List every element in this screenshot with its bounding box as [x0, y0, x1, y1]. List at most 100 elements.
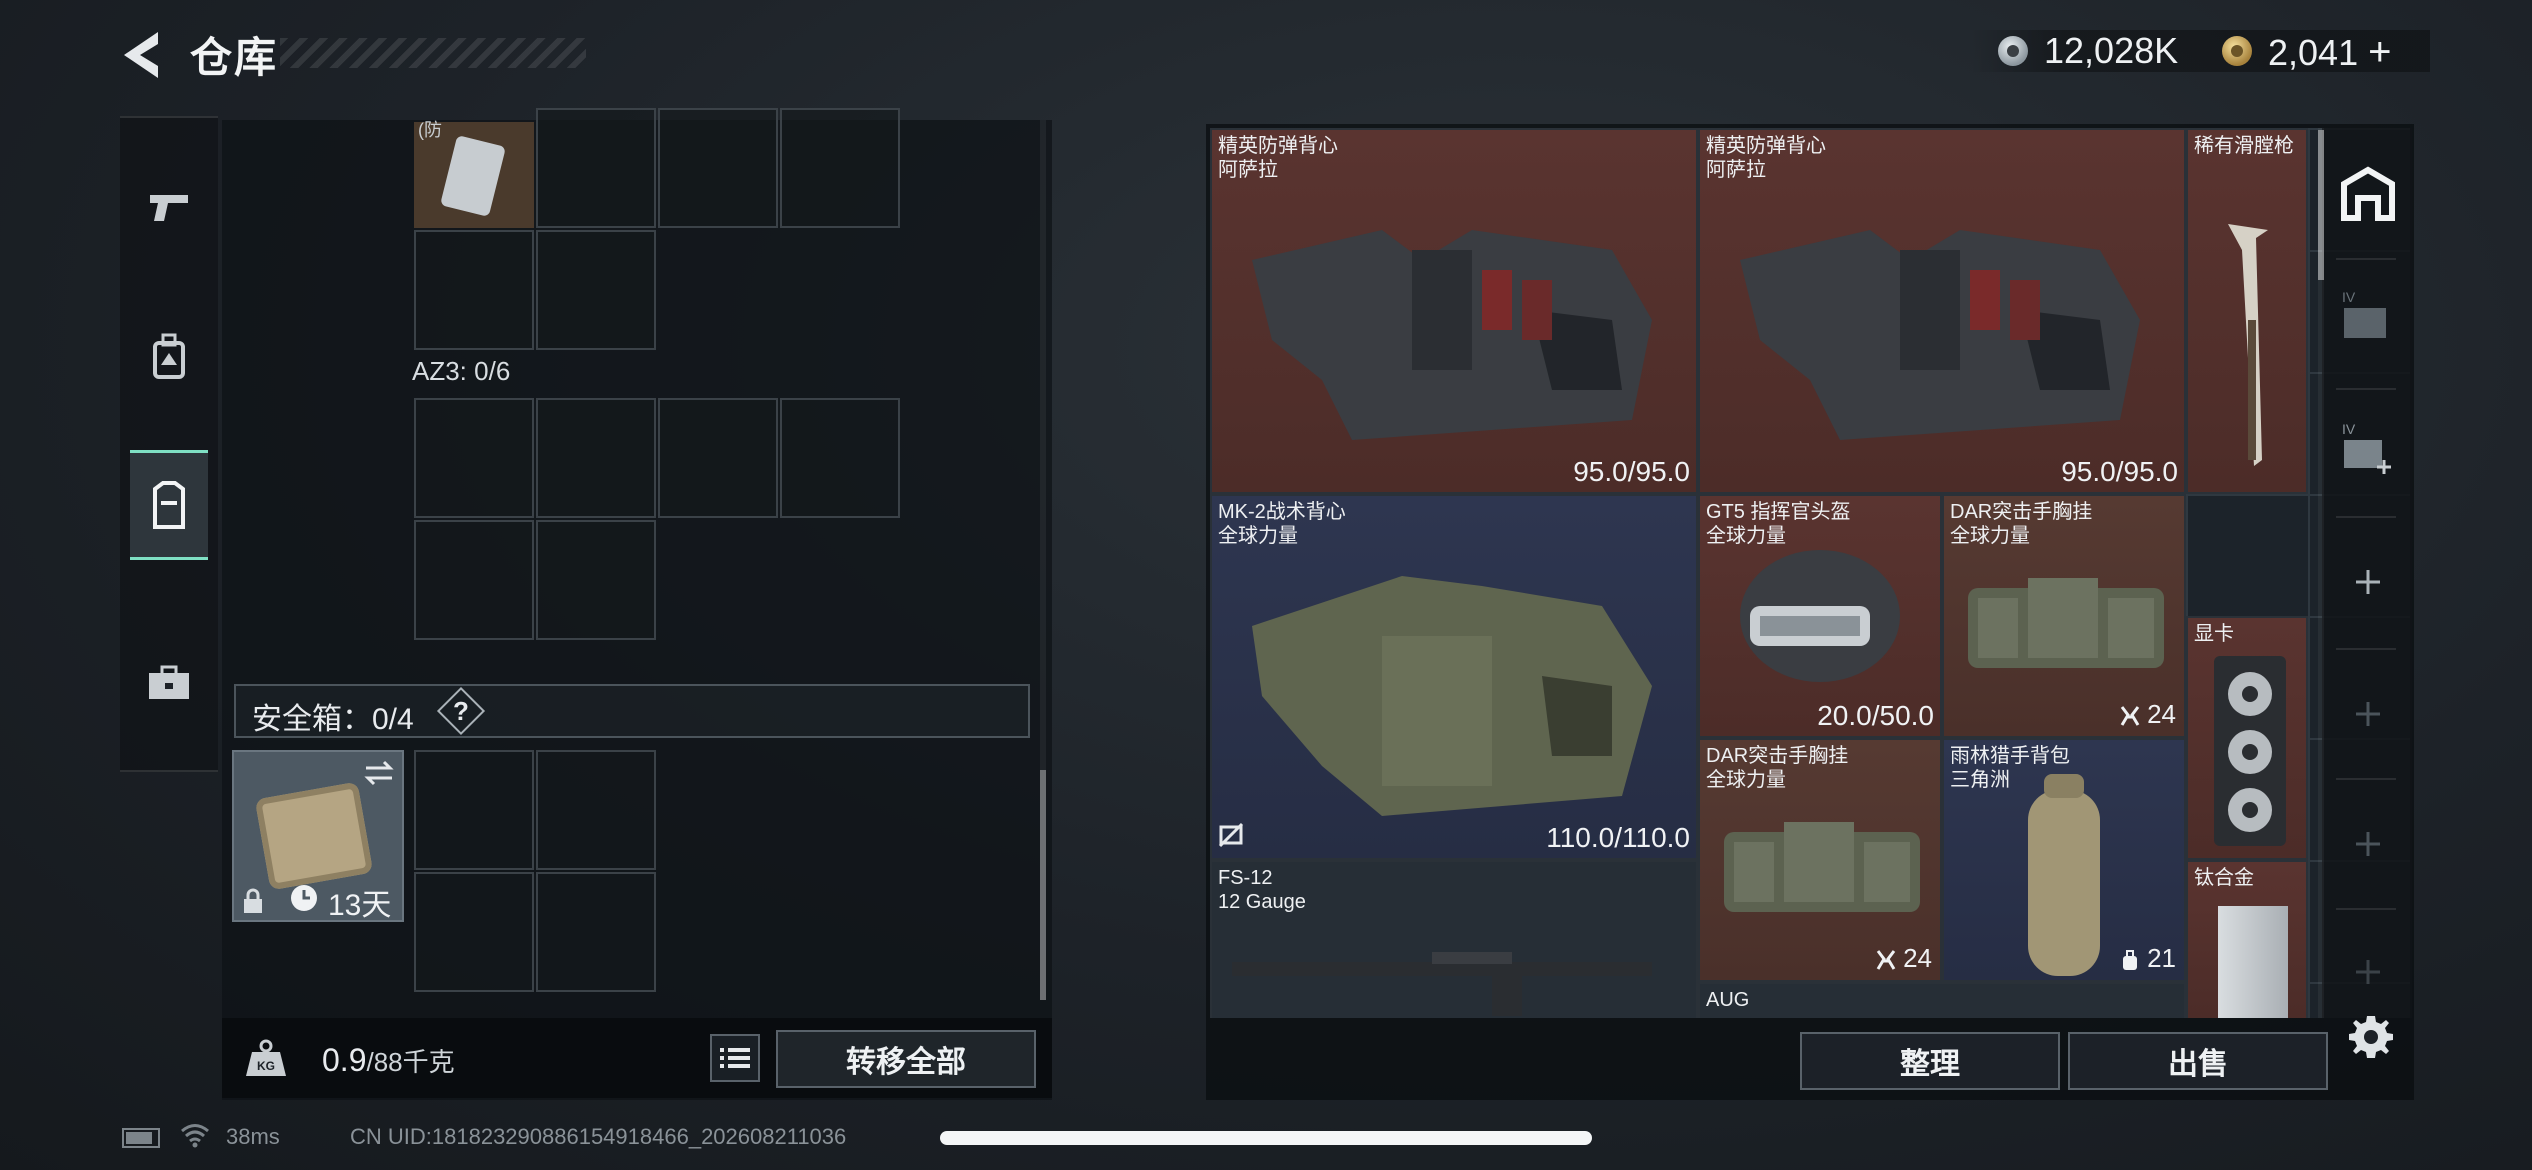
pistol-icon [150, 195, 188, 221]
item-name-line2: 12 Gauge [1218, 891, 1306, 913]
add-tab-icon[interactable] [2354, 568, 2382, 596]
rail-tab-weapons[interactable] [130, 152, 208, 262]
item-name: FS-12 12 Gauge [1218, 866, 1306, 914]
page-title: 仓库 [190, 34, 279, 81]
add-tab-icon[interactable] [2354, 958, 2382, 986]
rail-tab-backpack[interactable] [130, 302, 208, 412]
gold-currency-amount: 2,041 [2268, 32, 2359, 73]
item-name-line1: 雨林猎手背包 [1950, 745, 2070, 767]
add-tab-icon[interactable] [2354, 700, 2382, 728]
item-name-line2: 阿萨拉 [1706, 159, 1766, 181]
shotgun-image [1232, 952, 1652, 1016]
divider [2336, 778, 2396, 780]
divider [2336, 648, 2396, 650]
graphics-card-image [2214, 656, 2286, 846]
clock-icon [291, 885, 317, 911]
grid-slot[interactable] [414, 398, 534, 518]
chest-rig-image [1724, 822, 1920, 912]
back-arrow-icon[interactable] [118, 26, 162, 84]
item-name-line1: 精英防弹背心 [1706, 135, 1826, 157]
list-view-button[interactable] [710, 1034, 760, 1082]
backpack-capacity-icon [2122, 950, 2137, 971]
item-durability: 95.0/95.0 [2061, 456, 2178, 487]
grid-slot[interactable] [536, 750, 656, 870]
grid-slot[interactable] [414, 750, 534, 870]
inventory-item-graphics-card[interactable]: 显卡 [2186, 616, 2308, 860]
stash-scrollbar-thumb[interactable] [2318, 130, 2324, 280]
weight-icon: KG [246, 1039, 286, 1076]
gear-icon[interactable] [2346, 1012, 2396, 1062]
grid-slot[interactable] [536, 230, 656, 350]
vest-image [1740, 230, 2140, 440]
sort-button[interactable]: 整理 [1800, 1032, 2060, 1090]
vest-icon [153, 481, 185, 529]
inventory-item-elite-vest[interactable]: 精英防弹背心 阿萨拉 95.0/95.0 [1698, 128, 2186, 494]
item-name-line2: 全球力量 [1218, 525, 1298, 547]
inventory-item-aug[interactable]: AUG [1698, 982, 2186, 1018]
grid-slot[interactable] [414, 872, 534, 992]
add-tab-icon[interactable] [2354, 830, 2382, 858]
titanium-image [2218, 906, 2288, 1018]
stash-tab-2-icon[interactable]: IV [2340, 288, 2396, 344]
uid-text: CN UID:18182329088615491846​6_2026082110… [350, 1124, 847, 1149]
briefcase-icon [149, 665, 189, 699]
grid-slot[interactable] [780, 108, 900, 228]
swap-icon[interactable] [364, 760, 394, 786]
grid-slot[interactable] [780, 398, 900, 518]
left-scrollbar-thumb[interactable] [1040, 770, 1046, 1000]
rail-tab-vest[interactable] [130, 450, 208, 560]
item-capacity: 24 [2120, 699, 2176, 730]
vest-image [1252, 576, 1652, 816]
sell-button[interactable]: 出售 [2068, 1032, 2328, 1090]
chest-rig-capacity-icon [1876, 950, 1896, 970]
item-name-line1: FS-12 [1218, 867, 1273, 889]
item-durability: 95.0/95.0 [1573, 456, 1690, 487]
transfer-all-button[interactable]: 转移全部 [776, 1030, 1036, 1088]
grid-slot[interactable] [658, 398, 778, 518]
home-indicator[interactable] [940, 1131, 1592, 1145]
inventory-item-dar-chest-rig[interactable]: DAR突击手胸挂 全球力量 24 [1698, 738, 1942, 982]
stash-home-icon[interactable] [2340, 166, 2396, 222]
item-name-line1: DAR突击手胸挂 [1950, 501, 2093, 523]
grid-slot[interactable] [536, 872, 656, 992]
stash-tab-3-icon[interactable]: IV [2340, 420, 2396, 476]
svg-text:IV: IV [2342, 289, 2356, 305]
item-name-line2: 阿萨拉 [1218, 159, 1278, 181]
grid-slot[interactable] [658, 108, 778, 228]
inventory-item-mk2-vest[interactable]: MK-2战术背心 全球力量 110.0/110.0 [1210, 494, 1698, 860]
container-item-label: (防 [418, 120, 442, 140]
chest-rig-image [1968, 578, 2164, 668]
item-name: AUG [1706, 989, 1750, 1011]
grid-slot[interactable] [414, 520, 534, 640]
item-name-line1: 精英防弹背心 [1218, 135, 1338, 157]
item-durability: 20.0/50.0 [1817, 700, 1934, 731]
inventory-item-titanium[interactable]: 钛合金 [2186, 860, 2308, 1018]
divider [2336, 908, 2396, 910]
rail-tab-briefcase[interactable] [130, 628, 208, 738]
inventory-item-elite-vest[interactable]: 精英防弹背心 阿萨拉 95.0/95.0 [1210, 128, 1698, 494]
item-capacity-value: 24 [1903, 943, 1932, 973]
silver-coin-icon [1998, 36, 2028, 66]
inventory-item-gt5-helmet[interactable]: GT5 指挥官头盔 全球力量 20.0/50.0 [1698, 494, 1942, 738]
item-name-line1: DAR突击手胸挂 [1706, 745, 1849, 767]
container-capacity-label: AZ3: 0/6 [412, 356, 511, 386]
svg-text:KG: KG [257, 1059, 275, 1073]
help-icon-glyph[interactable]: ? [453, 696, 469, 727]
grid-slot[interactable] [536, 398, 656, 518]
grid-slot[interactable] [414, 230, 534, 350]
inventory-item-fs12[interactable]: FS-12 12 Gauge [1210, 860, 1698, 1018]
grid-slot[interactable] [536, 520, 656, 640]
add-currency-icon[interactable]: + [2368, 30, 2391, 74]
gold-currency-value[interactable]: 2,041 + [2268, 30, 2391, 75]
inventory-item-dar-chest-rig[interactable]: DAR突击手胸挂 全球力量 24 [1942, 494, 2186, 738]
helmet-image [1740, 550, 1900, 682]
item-name: 显卡 [2194, 623, 2234, 645]
inventory-item-rare-musket[interactable]: 稀有滑膛枪 [2186, 128, 2308, 494]
item-capacity-value: 21 [2147, 943, 2176, 973]
backpack-icon [153, 333, 185, 379]
musket-image [2228, 224, 2268, 466]
grid-slot[interactable] [536, 108, 656, 228]
inventory-item-rainforest-backpack[interactable]: 雨林猎手背包 三角洲 21 [1942, 738, 2186, 982]
item-capacity: 24 [1876, 943, 1932, 974]
battery-level [126, 1132, 152, 1144]
